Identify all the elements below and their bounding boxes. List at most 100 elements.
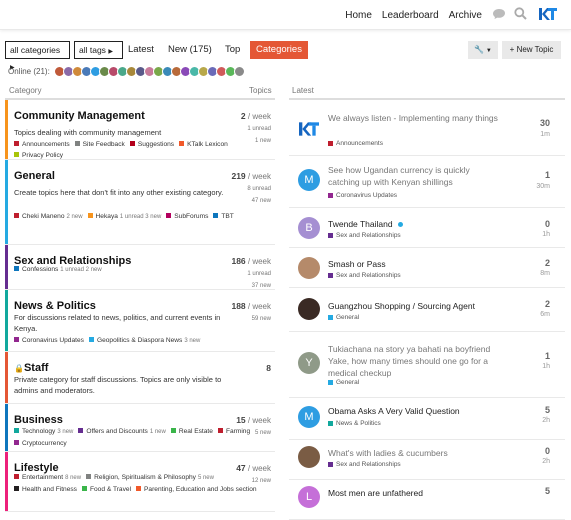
activity-age[interactable]: 8m (540, 270, 550, 277)
subcategory-link[interactable]: Real Estate (170, 426, 213, 437)
subcategory-link[interactable]: Offers and Discounts 1 new (78, 426, 166, 438)
subcategory-link[interactable]: Food & Travel (81, 484, 131, 495)
unread-new-count[interactable]: 1 new (241, 135, 271, 147)
poster-avatar[interactable]: M (298, 169, 320, 191)
unread-new-count[interactable]: 8 unread (231, 183, 271, 195)
topic-category[interactable]: News & Politics (328, 420, 381, 427)
topic-title[interactable]: What's with ladies & cucumbers (328, 447, 498, 459)
reply-count: 5 (544, 486, 550, 496)
topic-row[interactable]: L Most men are unfathered 5 (289, 480, 565, 520)
topic-category[interactable]: General (328, 379, 359, 386)
unread-new-count[interactable]: 1 unread (231, 268, 271, 280)
poster-avatar[interactable] (298, 298, 320, 320)
tab-latest[interactable]: Latest (128, 41, 154, 59)
subcategory-link[interactable]: Confessions 1 unread 2 new (14, 264, 102, 276)
subcategory-link[interactable]: TBT (213, 211, 234, 222)
new-topic-button[interactable]: + New Topic (502, 41, 561, 59)
poster-avatar[interactable]: L (298, 486, 320, 508)
topic-category[interactable]: Coronavirus Updates (328, 192, 397, 199)
category-name[interactable]: Business (14, 414, 63, 426)
topic-category[interactable]: Sex and Relationships (328, 272, 401, 279)
category-row[interactable]: Business Technology 3 new Offers and Discou… (5, 404, 275, 452)
subcategory-link[interactable]: Announcements (14, 139, 70, 150)
poster-avatar[interactable]: B (298, 217, 320, 239)
subcategory-link[interactable]: Technology 3 new (14, 426, 73, 438)
topic-title[interactable]: Guangzhou Shopping / Sourcing Agent (328, 300, 498, 312)
poster-avatar[interactable] (298, 446, 320, 468)
activity-age[interactable]: 2h (542, 417, 550, 424)
poster-avatar[interactable]: M (298, 406, 320, 428)
subcategory-link[interactable]: Health and Fitness (14, 484, 77, 495)
unread-new-count[interactable]: 5 new (236, 427, 271, 439)
category-row[interactable]: Sex and Relationships Confessions 1 unread… (5, 245, 275, 290)
chat-icon[interactable] (492, 8, 506, 23)
category-name[interactable]: General (14, 170, 55, 182)
subcategory-color-swatch (87, 212, 93, 218)
nav-archive[interactable]: Archive (449, 10, 482, 21)
topic-category[interactable]: General (328, 314, 359, 321)
category-row[interactable]: Community Management Topics dealing with … (5, 100, 275, 160)
unread-new-count[interactable]: 59 new (231, 313, 271, 325)
activity-age[interactable]: 1h (542, 363, 550, 370)
topic-title[interactable]: Most men are unfathered (328, 487, 498, 499)
admin-wrench-button[interactable]: 🔧 ▼ (468, 41, 498, 59)
poster-avatar[interactable] (298, 257, 320, 279)
category-name[interactable]: Community Management (14, 110, 145, 122)
topic-row[interactable]: Guangzhou Shopping / Sourcing Agent Gener… (289, 288, 565, 332)
topic-title[interactable]: We always listen - Implementing many thi… (328, 112, 498, 124)
topic-title[interactable]: Twende Thailand (328, 218, 498, 230)
tab-categories[interactable]: Categories (250, 41, 308, 59)
topic-row[interactable]: Smash or Pass Sex and Relationships 2 8m (289, 248, 565, 288)
topic-row[interactable]: What's with ladies & cucumbers Sex and Re… (289, 440, 565, 480)
poster-avatar[interactable] (298, 118, 320, 140)
topic-title[interactable]: Tukiachana na story ya bahati na boyfrie… (328, 343, 498, 379)
category-row[interactable]: 🔒Staff Private category for staff discuss… (5, 352, 275, 404)
topic-row[interactable]: Y Tukiachana na story ya bahati na boyfri… (289, 332, 565, 398)
online-user-avatar[interactable] (233, 65, 245, 77)
tab-top[interactable]: Top (225, 41, 240, 59)
activity-age[interactable]: 6m (540, 311, 550, 318)
subcategory-link[interactable]: Religion, Spiritualism & Philosophy 5 new (86, 472, 214, 484)
all-categories-dropdown[interactable]: all categories ▶ (5, 41, 70, 71)
subcategory-color-swatch (86, 473, 92, 479)
topic-row[interactable]: B Twende Thailand Sex and Relationships 0 1h (289, 208, 565, 248)
category-name[interactable]: News & Politics (14, 300, 96, 312)
all-tags-dropdown[interactable]: all tags ▶ (74, 41, 123, 59)
topic-row[interactable]: We always listen - Implementing many thi… (289, 100, 565, 156)
subcategory-link[interactable]: KTalk Lexicon (179, 139, 228, 150)
subcategory-link[interactable]: Entertainment 8 new (14, 472, 81, 484)
topic-category[interactable]: Announcements (328, 140, 383, 147)
topic-title[interactable]: Smash or Pass (328, 258, 498, 270)
subcategory-link[interactable]: Geopolitics & Diaspora News 3 new (88, 335, 200, 347)
activity-age[interactable]: 2h (542, 458, 550, 465)
category-row[interactable]: News & Politics For discussions related t… (5, 290, 275, 352)
subcategory-link[interactable]: Cryptocurrency (14, 438, 67, 449)
topic-category[interactable]: Sex and Relationships (328, 232, 401, 239)
poster-avatar[interactable]: Y (298, 352, 320, 374)
topic-row[interactable]: M See how Ugandan currency is quickly cat… (289, 156, 565, 208)
subcategory-link[interactable]: Coronavirus Updates (14, 335, 84, 346)
category-row[interactable]: Lifestyle Entertainment 8 new Religion, Spi… (5, 452, 275, 512)
topic-category[interactable]: Sex and Relationships (328, 461, 401, 468)
category-row[interactable]: General Create topics here that don't fit… (5, 160, 275, 245)
unread-new-count[interactable]: 12 new (236, 475, 271, 487)
topic-title[interactable]: See how Ugandan currency is quickly catc… (328, 164, 498, 188)
subcategory-link[interactable]: Hekaya 1 unread 3 new (87, 211, 161, 223)
nav-leaderboard[interactable]: Leaderboard (382, 10, 439, 21)
unread-new-count[interactable]: 1 unread (241, 123, 271, 135)
activity-age[interactable]: 1h (542, 231, 550, 238)
nav-home[interactable]: Home (345, 10, 372, 21)
activity-age[interactable]: 30m (536, 183, 550, 190)
topic-title[interactable]: Obama Asks A Very Valid Question (328, 405, 498, 417)
subcategory-link[interactable]: Cheki Maneno 2 new (14, 211, 83, 223)
activity-age[interactable]: 1m (540, 131, 550, 138)
subcategory-link[interactable]: Suggestions (129, 139, 174, 150)
topic-row[interactable]: M Obama Asks A Very Valid Question News & … (289, 398, 565, 440)
unread-new-count[interactable]: 47 new (231, 195, 271, 207)
search-icon[interactable] (514, 7, 527, 23)
subcategory-link[interactable]: SubForums (166, 211, 208, 222)
tab-new[interactable]: New (175) (168, 41, 212, 59)
subcategory-link[interactable]: Site Feedback (74, 139, 125, 150)
user-avatar-logo[interactable] (539, 7, 557, 26)
category-name[interactable]: 🔒Staff (14, 362, 48, 374)
